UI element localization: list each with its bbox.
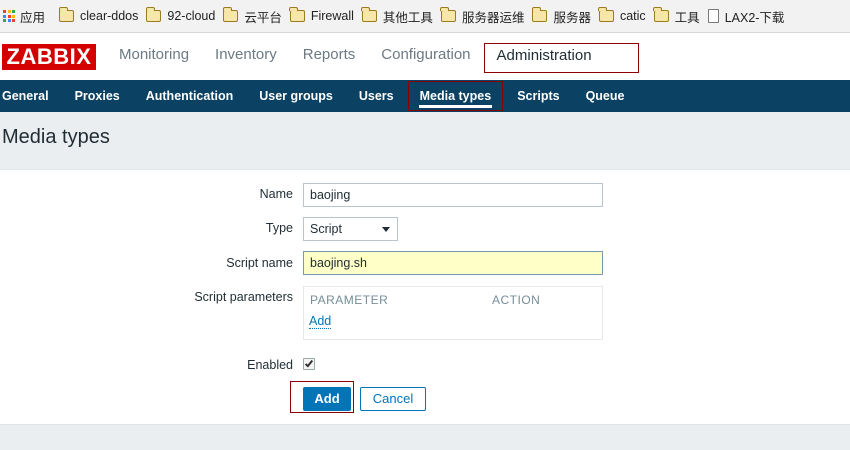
subnav-user-groups[interactable]: User groups [246, 80, 346, 112]
subnav-authentication[interactable]: Authentication [133, 80, 247, 112]
main-nav: Monitoring Inventory Reports Configurati… [106, 33, 639, 80]
folder-icon [361, 7, 377, 22]
bookmark-label: 其他工具 [382, 10, 433, 25]
add-parameter-link[interactable]: Add [309, 314, 332, 329]
page-icon [707, 9, 719, 23]
nav-reports[interactable]: Reports [290, 33, 369, 80]
bookmark-item[interactable]: catic [598, 0, 646, 32]
folder-icon [58, 7, 75, 22]
type-select[interactable]: Script [303, 217, 398, 241]
nav-administration[interactable]: Administration [483, 43, 639, 73]
bookmark-item[interactable]: 工具 [653, 0, 700, 32]
name-field[interactable]: baojing [303, 183, 603, 207]
nav-inventory[interactable]: Inventory [202, 33, 290, 80]
bookmark-label: clear-ddos [80, 9, 139, 23]
add-button[interactable]: Add [303, 387, 351, 411]
type-label: Type [265, 221, 293, 235]
bookmark-label: 云平台 [244, 10, 282, 25]
bookmark-label: LAX2-下载 [724, 10, 785, 25]
bookmark-label: Firewall [310, 9, 354, 23]
folder-icon [531, 7, 548, 22]
bookmark-item[interactable]: 92-cloud [145, 0, 216, 32]
subnav-media-types[interactable]: Media types [407, 80, 505, 112]
top-header: ZABBIX Monitoring Inventory Reports Conf… [0, 33, 850, 80]
bookmark-item[interactable]: 服务器运维 [440, 0, 525, 32]
subnav-scripts[interactable]: Scripts [504, 80, 572, 112]
params-header-parameter: PARAMETER [310, 293, 389, 307]
name-label: Name [259, 187, 293, 201]
folder-icon [598, 7, 614, 22]
checkmark-icon [304, 358, 314, 368]
subnav-general[interactable]: General [0, 80, 62, 112]
title-bar: Media types [0, 112, 850, 156]
bookmark-item[interactable]: LAX2-下载 [707, 0, 785, 32]
enabled-checkbox[interactable] [303, 358, 315, 370]
type-select-value: Script [310, 222, 342, 236]
enabled-label: Enabled [247, 358, 293, 372]
bookmark-item[interactable]: clear-ddos [58, 0, 139, 32]
folder-icon [653, 7, 669, 22]
bookmark-item[interactable]: 服务器 [531, 0, 591, 32]
bookmark-item[interactable]: Firewall [289, 0, 354, 32]
bookmark-item[interactable]: 云平台 [222, 0, 282, 32]
folder-icon [222, 7, 239, 22]
subnav-users[interactable]: Users [346, 80, 407, 112]
subnav-proxies[interactable]: Proxies [62, 80, 133, 112]
params-header-action: ACTION [492, 293, 541, 307]
zabbix-logo[interactable]: ZABBIX [2, 44, 96, 70]
folder-icon [289, 7, 305, 22]
script-name-field[interactable]: baojing.sh [303, 251, 603, 275]
bookmark-apps-label: 应用 [20, 10, 46, 25]
sub-nav: General Proxies Authentication User grou… [0, 80, 850, 112]
folder-icon [440, 7, 456, 22]
bookmark-apps[interactable]: 应用 [0, 0, 46, 32]
media-type-form: Name baojing Type Script Script name bao… [0, 169, 850, 425]
bookmark-label: 工具 [674, 10, 700, 25]
bookmark-label: catic [619, 9, 646, 23]
folder-icon [145, 7, 162, 22]
chevron-down-icon [382, 227, 390, 232]
nav-monitoring[interactable]: Monitoring [106, 33, 202, 80]
script-params-table: PARAMETER ACTION Add [303, 286, 603, 340]
script-name-label: Script name [226, 256, 293, 270]
bookmarks-bar: 应用 clear-ddos 92-cloud 云平台 Firewall 其他工具… [0, 0, 850, 33]
bookmark-label: 服务器 [553, 10, 591, 25]
bookmark-item[interactable]: 其他工具 [361, 0, 433, 32]
subnav-queue[interactable]: Queue [573, 80, 638, 112]
bookmark-label: 服务器运维 [461, 10, 525, 25]
cancel-button[interactable]: Cancel [360, 387, 426, 411]
apps-grid-icon [3, 10, 15, 22]
bookmark-label: 92-cloud [167, 9, 216, 23]
page-title: Media types [2, 126, 110, 148]
script-params-label: Script parameters [194, 290, 293, 304]
nav-configuration[interactable]: Configuration [368, 33, 483, 80]
